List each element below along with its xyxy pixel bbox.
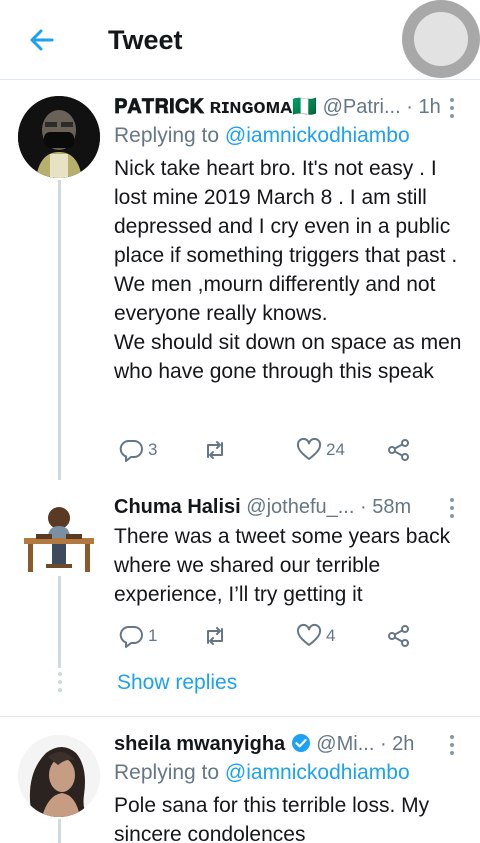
thread-line — [58, 180, 61, 480]
author-handle[interactable]: @jothefu_... — [246, 496, 354, 518]
tweet-time: · 58m — [359, 496, 412, 518]
retweet-button[interactable] — [202, 621, 232, 651]
author-name[interactable]: Chuma Halisi — [114, 496, 241, 518]
replying-to: Replying to @iamnickodhiambo — [114, 122, 462, 150]
retweet-icon — [207, 627, 223, 645]
tweet-time: · 2h — [379, 733, 415, 755]
tweet-time: · 1h — [406, 96, 441, 118]
avatar[interactable] — [18, 494, 100, 576]
author-handle[interactable]: @Patri... — [323, 96, 401, 118]
verified-badge-icon — [291, 734, 310, 752]
more-options-icon[interactable] — [442, 496, 462, 522]
heart-icon — [296, 437, 322, 460]
share-button[interactable] — [386, 621, 412, 651]
top-bar: Tweet — [0, 0, 480, 80]
avatar[interactable] — [18, 735, 100, 817]
reply-button[interactable]: 3 — [118, 435, 157, 465]
thread-line — [58, 819, 61, 843]
more-options-icon[interactable] — [442, 96, 462, 122]
heart-icon — [296, 623, 322, 646]
author-name[interactable]: sheila mwanyigha — [114, 733, 285, 755]
mention-link[interactable]: @iamnickodhiambo — [225, 761, 410, 784]
share-icon — [388, 625, 409, 647]
floating-touch-button-center[interactable] — [414, 12, 468, 66]
arrow-left-icon — [30, 29, 54, 51]
tweet-text: Pole sana for this terrible loss. My sin… — [114, 794, 430, 843]
page-title: Tweet — [108, 25, 183, 55]
show-replies-link[interactable]: Show replies — [117, 669, 237, 697]
reply-icon — [119, 626, 143, 648]
tweet-text: Nick take heart bro. It's not easy . I l… — [114, 157, 462, 383]
replying-to-label: Replying to — [114, 761, 225, 784]
replying-to: Replying to @iamnickodhiambo — [114, 759, 462, 787]
author-name[interactable]: 𝐏𝐀𝐓𝐑𝐈𝐂𝐊 ʀɪɴɢᴏᴍᴀ🇳🇬 — [114, 96, 317, 118]
thread-dots — [57, 672, 63, 694]
reply-count: 1 — [148, 626, 158, 645]
avatar[interactable] — [18, 96, 100, 178]
more-options-icon[interactable] — [442, 733, 462, 759]
thread-line — [58, 576, 61, 668]
tweet-reply[interactable]: Chuma Halisi @jothefu_... · 58m There wa… — [0, 480, 480, 710]
reply-count: 3 — [148, 440, 158, 459]
like-button[interactable]: 4 — [296, 621, 335, 651]
tweet-reply[interactable]: 𝐏𝐀𝐓𝐑𝐈𝐂𝐊 ʀɪɴɢᴏᴍᴀ🇳🇬 @Patri... · 1h Replyin… — [0, 80, 480, 480]
tweet-actions: 3 24 — [114, 435, 434, 465]
tweet-reply[interactable]: sheila mwanyigha @Mi... · 2h Replying to… — [0, 717, 480, 843]
retweet-icon — [207, 441, 223, 459]
mention-link[interactable]: @iamnickodhiambo — [225, 124, 410, 147]
tweet-text: There was a tweet some years back where … — [114, 525, 451, 606]
tweet-actions: 1 4 — [114, 621, 434, 651]
like-count: 24 — [326, 440, 345, 459]
like-button[interactable]: 24 — [296, 435, 345, 465]
author-handle[interactable]: @Mi... — [316, 733, 374, 755]
reply-icon — [119, 440, 143, 462]
reply-button[interactable]: 1 — [118, 621, 157, 651]
back-button[interactable] — [22, 22, 62, 58]
retweet-button[interactable] — [202, 435, 232, 465]
share-button[interactable] — [386, 435, 412, 465]
replying-to-label: Replying to — [114, 124, 225, 147]
like-count: 4 — [326, 626, 336, 645]
share-icon — [388, 439, 409, 461]
